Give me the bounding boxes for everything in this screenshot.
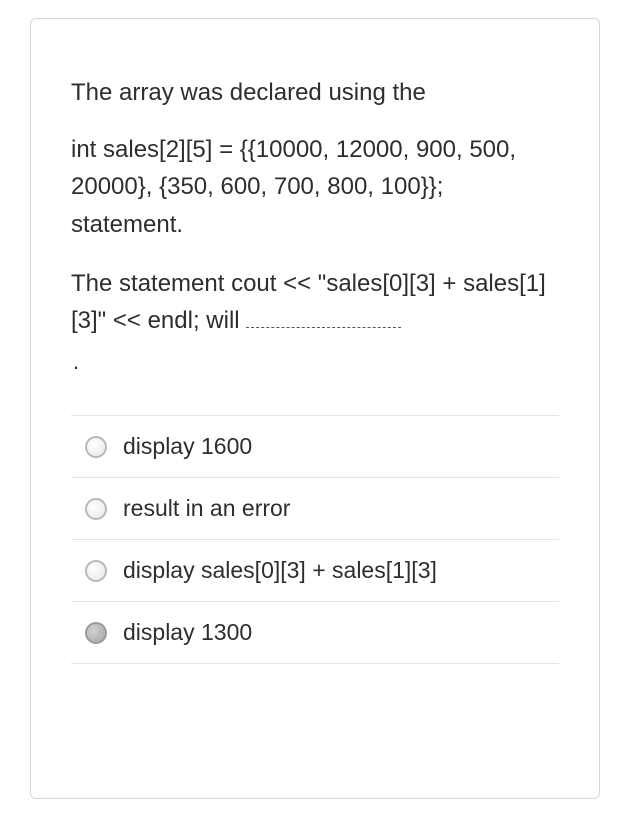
option-label: display 1300	[123, 619, 252, 646]
question-line-2: int sales[2][5] = {{10000, 12000, 900, 5…	[71, 131, 559, 243]
option-label: display 1600	[123, 433, 252, 460]
radio-icon[interactable]	[85, 498, 107, 520]
option-row-2[interactable]: result in an error	[71, 477, 559, 539]
dot-text: .	[71, 349, 559, 375]
question-line-3: The statement cout << "sales[0][3] + sal…	[71, 265, 559, 339]
options-list: display 1600 result in an error display …	[71, 415, 559, 664]
radio-icon[interactable]	[85, 560, 107, 582]
radio-icon[interactable]	[85, 436, 107, 458]
fill-blank	[246, 306, 401, 328]
question-card: The array was declared using the int sal…	[30, 18, 600, 799]
radio-icon-selected[interactable]	[85, 622, 107, 644]
question-line-1: The array was declared using the	[71, 74, 559, 111]
option-label: result in an error	[123, 495, 290, 522]
option-label: display sales[0][3] + sales[1][3]	[123, 557, 437, 584]
option-row-1[interactable]: display 1600	[71, 415, 559, 477]
option-row-4[interactable]: display 1300	[71, 601, 559, 664]
option-row-3[interactable]: display sales[0][3] + sales[1][3]	[71, 539, 559, 601]
